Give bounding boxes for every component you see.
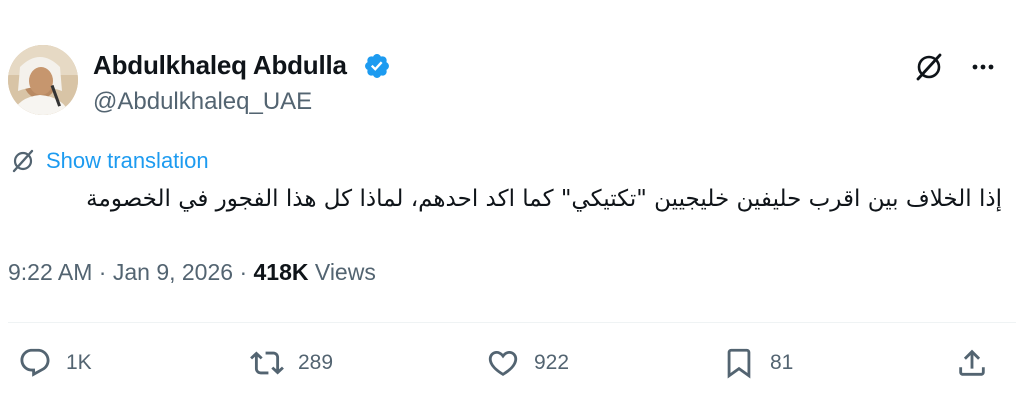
divider xyxy=(8,322,1016,323)
avatar[interactable] xyxy=(8,45,78,115)
repost-icon xyxy=(250,351,284,375)
reply-button[interactable]: 1K xyxy=(18,346,92,380)
grok-icon[interactable] xyxy=(912,50,946,84)
like-count: 922 xyxy=(534,351,570,374)
share-icon xyxy=(959,349,985,376)
views-count: 418K xyxy=(253,259,309,285)
bookmark-icon xyxy=(727,348,751,379)
tweet-meta: 9:22 AM · Jan 9, 2026 · 418K Views xyxy=(8,259,376,286)
reply-icon xyxy=(20,348,50,377)
more-options-icon[interactable] xyxy=(966,50,1000,84)
show-translation-button[interactable]: Show translation xyxy=(10,148,209,174)
like-button[interactable]: 922 xyxy=(486,346,569,380)
heart-icon xyxy=(488,350,518,376)
share-button[interactable] xyxy=(955,346,989,380)
tweet-text: إذا الخلاف بين اقرب حليفين خليجيين "تكتي… xyxy=(86,186,1002,212)
views-label: Views xyxy=(308,259,376,285)
tweet-time[interactable]: 9:22 AM xyxy=(8,259,92,285)
avatar-image xyxy=(8,45,78,115)
show-translation-link[interactable]: Show translation xyxy=(46,148,209,174)
tweet-card: Abdulkhaleq Abdulla @Abdulkhaleq_UAE Sho… xyxy=(0,0,1024,406)
meta-separator: · xyxy=(92,259,113,285)
header-actions xyxy=(912,50,1000,84)
bookmark-button[interactable]: 81 xyxy=(722,346,793,380)
author-display-name[interactable]: Abdulkhaleq Abdulla xyxy=(93,50,347,81)
bookmark-count: 81 xyxy=(770,351,794,374)
reply-count: 1K xyxy=(66,351,92,374)
repost-count: 289 xyxy=(298,351,334,374)
author-handle[interactable]: @Abdulkhaleq_UAE xyxy=(93,88,312,116)
tweet-date[interactable]: Jan 9, 2026 xyxy=(113,259,233,285)
grok-translate-icon xyxy=(12,149,34,173)
meta-separator: · xyxy=(233,259,254,285)
repost-button[interactable]: 289 xyxy=(250,346,333,380)
verified-badge-icon[interactable] xyxy=(363,52,391,80)
